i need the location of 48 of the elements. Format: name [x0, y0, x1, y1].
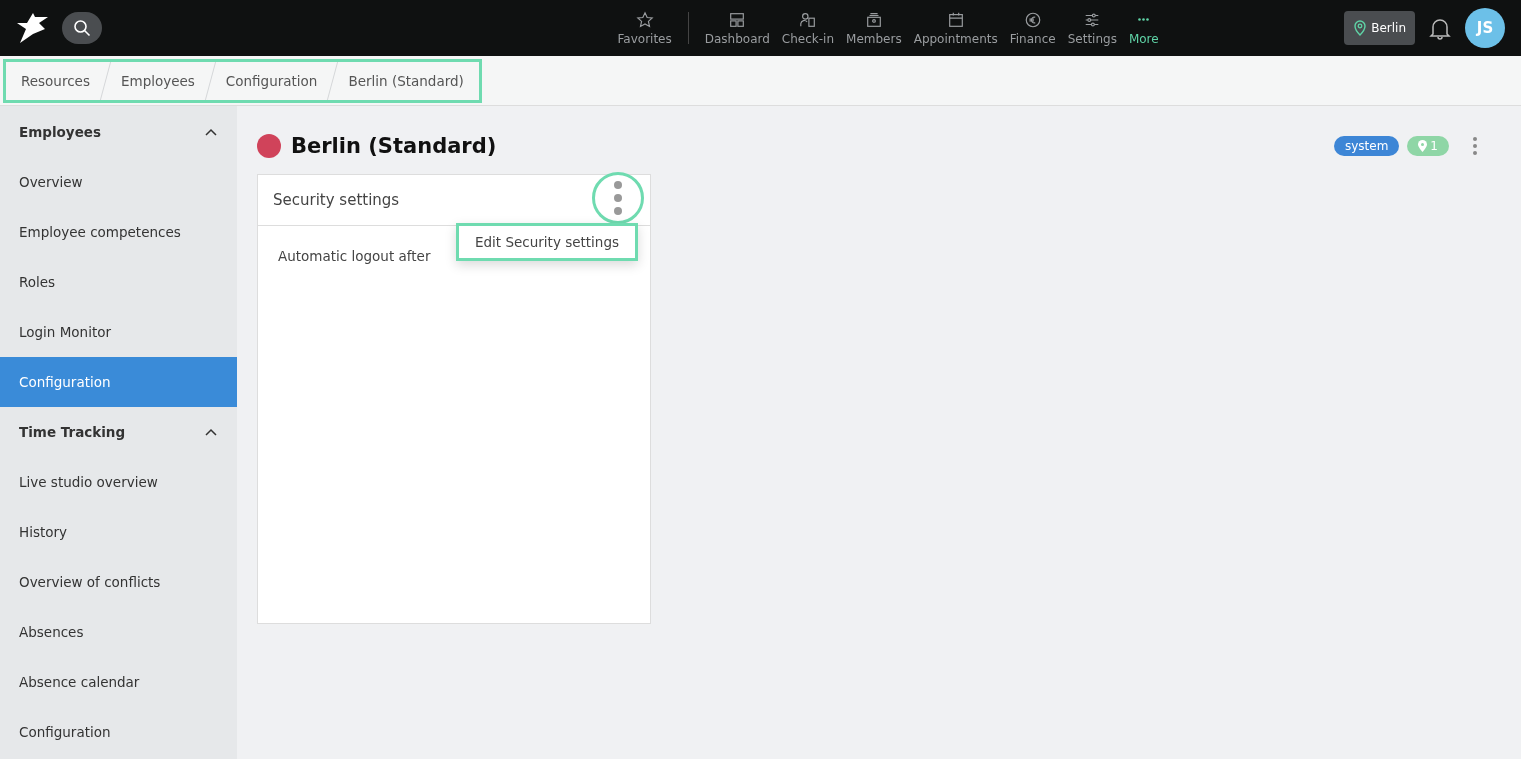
location-button[interactable]: Berlin: [1344, 11, 1415, 45]
menu-item[interactable]: Edit Security settings: [456, 223, 638, 261]
location-pin-icon: [1418, 140, 1428, 152]
sidebar-item[interactable]: Employee competences: [0, 207, 237, 257]
sidebar-item[interactable]: Roles: [0, 257, 237, 307]
nav-item[interactable]: More: [1122, 10, 1165, 46]
nav-item[interactable]: Finance: [1003, 10, 1062, 46]
search-button[interactable]: [62, 12, 102, 44]
star-icon: [635, 10, 654, 29]
logo-icon[interactable]: [16, 11, 50, 45]
card-title: Security settings: [273, 191, 400, 209]
breadcrumb-link[interactable]: Resources: [6, 61, 105, 100]
breadcrumb-link[interactable]: Employees: [105, 61, 210, 100]
search-icon: [73, 19, 91, 37]
nav-item[interactable]: Appointments: [907, 10, 1004, 46]
sidebar-item[interactable]: Login Monitor: [0, 307, 237, 357]
sidebar-item[interactable]: Configuration: [0, 707, 237, 757]
sidebar-section-header[interactable]: Employees: [0, 107, 237, 157]
dashboard-icon: [728, 10, 747, 29]
nav-item[interactable]: Dashboard: [698, 10, 776, 46]
location-pin-icon: [1353, 20, 1368, 36]
breadcrumb-link[interactable]: Berlin (Standard): [333, 61, 479, 100]
setting-label: Automatic logout after: [278, 248, 431, 264]
nav-item[interactable]: Check-in: [775, 10, 841, 46]
page-title: Berlin (Standard): [291, 134, 497, 158]
nav-item[interactable]: Members: [840, 10, 908, 46]
kebab-icon: [613, 180, 623, 216]
sidebar-item[interactable]: Absence calendar: [0, 657, 237, 707]
chevron-icon: [205, 428, 217, 436]
nav-item[interactable]: Favorites: [611, 10, 678, 46]
euro-icon: [1023, 10, 1042, 29]
tag: 1: [1407, 136, 1449, 156]
sidebar-item[interactable]: History: [0, 507, 237, 557]
sidebar-item[interactable]: Overview: [0, 157, 237, 207]
person-card-icon: [798, 10, 817, 29]
sidebar-section-header[interactable]: Time Tracking: [0, 407, 237, 457]
sidebar-item[interactable]: Absences: [0, 607, 237, 657]
bell-icon[interactable]: [1429, 16, 1451, 40]
sidebar-item[interactable]: Live studio overview: [0, 457, 237, 507]
chevron-icon: [205, 128, 217, 136]
id-card-icon: [864, 10, 883, 29]
sidebar-item[interactable]: Configuration: [0, 357, 237, 407]
dots-icon: [1138, 18, 1150, 21]
calendar-icon: [946, 10, 965, 29]
tag: system: [1333, 136, 1400, 156]
nav-item[interactable]: Settings: [1061, 10, 1123, 46]
breadcrumb-link[interactable]: Configuration: [210, 61, 333, 100]
sidebar-item[interactable]: Overview of conflicts: [0, 557, 237, 607]
